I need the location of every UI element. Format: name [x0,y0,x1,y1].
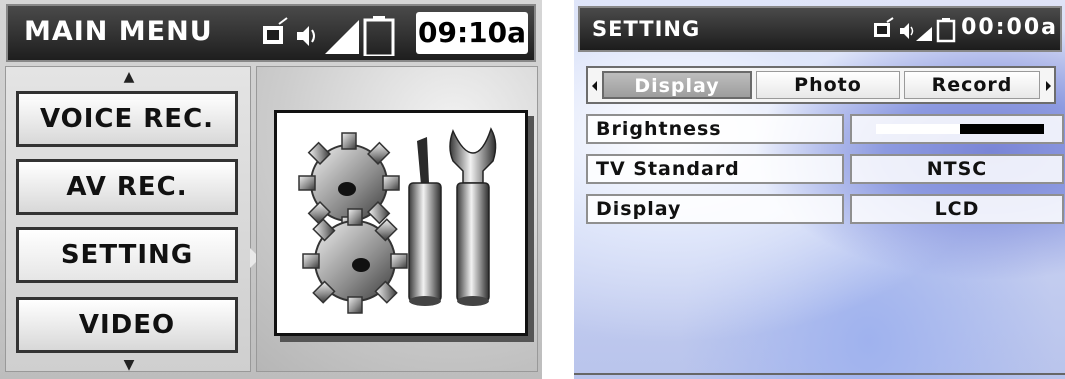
clock-display: 09:10a [416,12,528,54]
tab-display[interactable]: Display [602,71,752,99]
display-row[interactable]: Display LCD [586,194,1064,224]
brightness-level [960,124,1044,134]
settings-tools-icon [298,127,497,314]
speaker-icon [297,26,315,46]
settings-preview [274,110,528,336]
setting-tabs: Display Photo Record [586,66,1056,104]
gear-bottom-icon [302,208,408,314]
scroll-down-icon[interactable]: ▼ [6,357,252,373]
menu-panel: ▲ VOICE REC. AV REC. SETTING VIDEO ▼ [5,66,252,373]
card-icon [263,17,288,44]
wrench-icon [449,127,497,306]
setting-screen: SETTING 00:00a Display Photo Record Brig… [574,0,1065,379]
tv-standard-row[interactable]: TV Standard NTSC [586,154,1064,184]
signal-icon [916,27,932,41]
card-icon [874,17,894,37]
setting-title: SETTING [592,17,701,41]
video-button[interactable]: VIDEO [16,297,238,353]
av-rec-button[interactable]: AV REC. [16,159,238,215]
tab-right-arrow-icon[interactable] [1046,81,1051,91]
tab-photo[interactable]: Photo [756,71,900,99]
battery-icon [936,18,956,43]
voice-rec-button[interactable]: VOICE REC. [16,91,238,147]
divider [574,373,1065,375]
setting-button[interactable]: SETTING [16,227,238,283]
tab-left-arrow-icon[interactable] [592,81,597,91]
brightness-track[interactable] [876,124,1044,134]
signal-icon [325,20,359,54]
display-label: Display [586,194,844,224]
main-menu-title: MAIN MENU [24,16,213,47]
tab-record[interactable]: Record [904,71,1040,99]
main-menu-header: MAIN MENU 09:10a [6,4,536,62]
status-icons [263,16,395,56]
tv-standard-value[interactable]: NTSC [850,154,1064,184]
speaker-icon [900,23,914,39]
display-value[interactable]: LCD [850,194,1064,224]
main-menu-screen: MAIN MENU 09:10a ▲ VOICE REC. AV REC. SE… [0,0,542,379]
clock-display: 00:00a [961,15,1058,40]
scroll-up-icon[interactable]: ▲ [6,69,252,85]
battery-icon [363,16,395,56]
brightness-slider[interactable] [850,114,1064,144]
setting-header: SETTING 00:00a [578,6,1062,52]
brightness-row[interactable]: Brightness [586,114,1064,144]
tv-standard-label: TV Standard [586,154,844,184]
status-icons [874,17,956,43]
brightness-label: Brightness [586,114,844,144]
screwdriver-icon [408,137,442,306]
